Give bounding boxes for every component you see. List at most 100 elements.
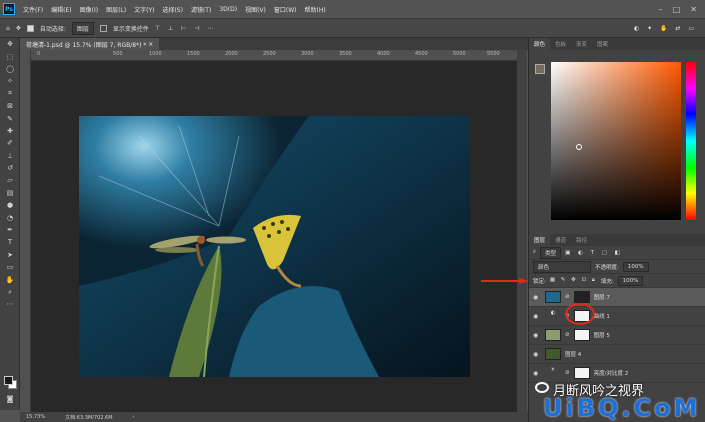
3d-mode-icons[interactable]: ◐ ✦ ✋ ⇄ ▭ — [634, 25, 697, 32]
close-tab-icon[interactable]: × — [148, 41, 153, 48]
fill-field[interactable]: 100% — [617, 275, 644, 286]
close-icon[interactable]: ✕ — [690, 5, 697, 14]
tab-color[interactable]: 颜色 — [529, 38, 551, 50]
menu-layer[interactable]: 图层(L) — [102, 5, 130, 14]
auto-select-checkbox[interactable] — [26, 24, 34, 32]
layer-row[interactable]: ◉ 图层 4 — [529, 345, 705, 364]
annotation-circle — [565, 303, 595, 325]
eye-icon[interactable]: ◉ — [533, 294, 541, 301]
layer-mask-thumbnail[interactable] — [573, 329, 590, 341]
watermark-line2: UiBQ.CoM — [543, 394, 701, 422]
history-brush-tool-icon[interactable]: ↺ — [0, 162, 20, 174]
pen-tool-icon[interactable]: ✒ — [0, 224, 20, 236]
color-panel-tabs: 颜色 色板 渐变 图案 — [529, 38, 705, 50]
magic-wand-tool-icon[interactable]: ✧ — [0, 75, 20, 87]
maximize-icon[interactable]: □ — [673, 5, 681, 14]
menu-3d[interactable]: 3D(D) — [215, 6, 241, 13]
zoom-tool-icon[interactable]: ⌕ — [0, 286, 20, 298]
layer-name[interactable]: 亮度/对比度 2 — [594, 369, 629, 377]
adjustment-icon: ◐ — [545, 310, 561, 322]
document-tab[interactable]: 荷塘清-1.psd @ 15.7% (图层 7, RGB/8*) * × — [20, 38, 160, 50]
color-picker-field[interactable] — [551, 62, 681, 220]
align-icons[interactable]: ⊤ ⊥ ⊢ ⊣ ⋯ — [155, 25, 217, 32]
ruler-tick: 1000 — [149, 51, 162, 57]
lock-icons[interactable]: ▦ ✎ ✥ ⊡ 🔒︎ — [550, 277, 597, 284]
layer-row[interactable]: ◉ ⊘ 图层 7 — [529, 288, 705, 307]
tab-gradients[interactable]: 渐变 — [571, 38, 592, 50]
transform-controls-checkbox[interactable] — [99, 24, 107, 32]
opacity-field[interactable]: 100% — [622, 261, 649, 272]
tab-layers[interactable]: 图层 — [529, 234, 551, 246]
layer-name[interactable]: 图层 5 — [594, 331, 610, 339]
tab-patterns[interactable]: 图案 — [592, 38, 613, 50]
healing-brush-tool-icon[interactable]: ✚ — [0, 125, 20, 137]
layer-row[interactable]: ◉ ◐ ⊘ 曲线 1 — [529, 307, 705, 326]
eye-icon[interactable]: ◉ — [533, 370, 541, 377]
eraser-tool-icon[interactable]: ▱ — [0, 174, 20, 186]
layer-row[interactable]: ◉ ⊘ 图层 5 — [529, 326, 705, 345]
hand-tool-icon[interactable]: ✋ — [0, 273, 20, 285]
menu-select[interactable]: 选择(S) — [158, 5, 187, 14]
path-selection-tool-icon[interactable]: ➤ — [0, 249, 20, 261]
home-icon[interactable]: ⌂ — [6, 25, 10, 32]
layer-filter-row: ⌕ 类型 ▣ ◐ T ▢ ◧ — [529, 246, 705, 260]
blend-mode-dropdown[interactable]: 颜色 — [533, 260, 591, 273]
foreground-color-swatch[interactable] — [4, 376, 13, 385]
minimize-icon[interactable]: – — [659, 5, 663, 14]
move-tool-icon[interactable]: ✥ — [0, 38, 20, 50]
more-tools-icon[interactable]: ⋯ — [0, 298, 20, 310]
gradient-tool-icon[interactable]: ▤ — [0, 187, 20, 199]
stamp-tool-icon[interactable]: ⊥ — [0, 150, 20, 162]
tab-paths[interactable]: 路径 — [571, 234, 592, 246]
eye-icon[interactable]: ◉ — [533, 332, 541, 339]
frame-tool-icon[interactable]: ⊠ — [0, 100, 20, 112]
menu-edit[interactable]: 编辑(E) — [47, 5, 75, 14]
brush-tool-icon[interactable]: ✐ — [0, 137, 20, 149]
tab-channels[interactable]: 通道 — [550, 234, 571, 246]
menu-help[interactable]: 帮助(H) — [301, 5, 330, 14]
canvas-vertical-scrollbar[interactable] — [517, 50, 527, 412]
filter-icons[interactable]: ▣ ◐ T ▢ ◧ — [565, 250, 623, 256]
eye-icon[interactable]: ◉ — [533, 313, 541, 320]
link-icon[interactable]: ⊘ — [565, 294, 570, 300]
ruler-tick: 500 — [113, 51, 123, 57]
document-image[interactable] — [79, 116, 470, 377]
menu-filter[interactable]: 滤镜(T) — [187, 5, 215, 14]
lock-row: 锁定: ▦ ✎ ✥ ⊡ 🔒︎ 填充: 100% — [529, 274, 705, 288]
layer-filter-dropdown[interactable]: 类型 — [540, 246, 562, 259]
expand-status-icon[interactable]: › — [133, 414, 135, 420]
type-tool-icon[interactable]: T — [0, 236, 20, 248]
menu-view[interactable]: 视图(V) — [241, 5, 270, 14]
link-icon[interactable]: ⊘ — [565, 370, 570, 376]
layer-name[interactable]: 图层 7 — [594, 293, 610, 301]
ruler-tick: 0 — [37, 51, 41, 57]
zoom-level[interactable]: 15.73% — [26, 414, 45, 420]
search-icon: ⌕ — [533, 249, 537, 255]
layer-name[interactable]: 图层 4 — [565, 350, 581, 358]
panel-foreground-swatch[interactable] — [535, 64, 545, 74]
layer-name[interactable]: 曲线 1 — [594, 312, 610, 320]
canvas-area[interactable] — [31, 61, 517, 412]
menu-image[interactable]: 图像(I) — [76, 5, 102, 14]
document-tab-title: 荷塘清-1.psd @ 15.7% (图层 7, RGB/8*) * — [26, 41, 147, 49]
auto-select-dropdown[interactable]: 图层 — [71, 21, 94, 35]
menu-file[interactable]: 文件(F) — [19, 5, 47, 14]
rectangle-tool-icon[interactable]: ▭ — [0, 261, 20, 273]
layer-mask-thumbnail[interactable] — [573, 367, 590, 379]
tab-swatches[interactable]: 色板 — [550, 38, 571, 50]
eye-icon[interactable]: ◉ — [533, 351, 541, 358]
blur-tool-icon[interactable]: ● — [0, 199, 20, 211]
move-tool-icon[interactable]: ✥ — [16, 25, 21, 32]
layer-mask-thumbnail[interactable] — [573, 291, 590, 303]
link-icon[interactable]: ⊘ — [565, 332, 570, 338]
quick-mask-icon[interactable]: ◙ — [0, 393, 20, 405]
marquee-tool-icon[interactable]: ⬚ — [0, 50, 20, 62]
layer-thumbnail — [545, 348, 561, 360]
lasso-tool-icon[interactable]: ◯ — [0, 63, 20, 75]
menu-window[interactable]: 窗口(W) — [270, 5, 301, 14]
dodge-tool-icon[interactable]: ◔ — [0, 211, 20, 223]
menu-type[interactable]: 文字(Y) — [130, 5, 158, 14]
hue-slider[interactable] — [686, 62, 696, 220]
eyedropper-tool-icon[interactable]: ✎ — [0, 112, 20, 124]
crop-tool-icon[interactable]: ⌗ — [0, 88, 20, 100]
